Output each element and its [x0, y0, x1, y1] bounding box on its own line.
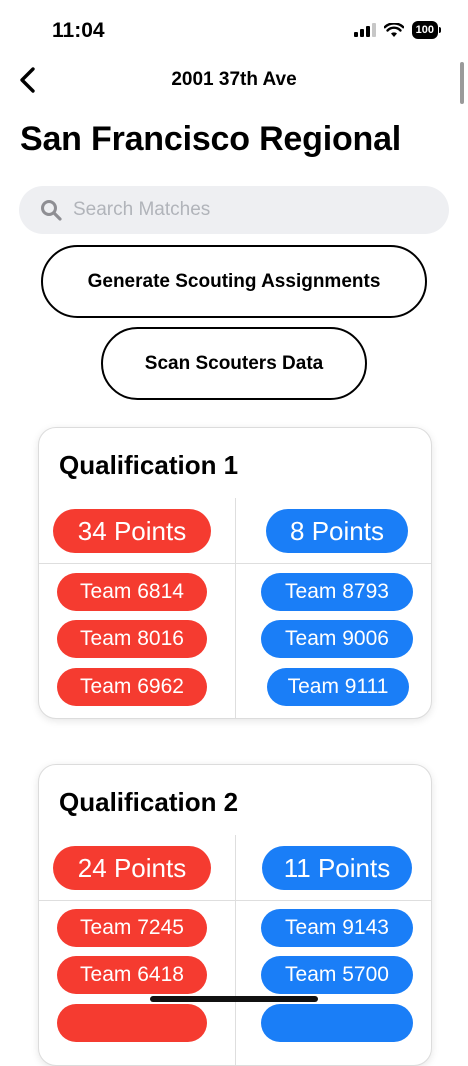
match-card[interactable]: Qualification 1 34 Points 8 Points Team …: [38, 427, 432, 719]
red-team-pill[interactable]: Team 6418: [57, 956, 207, 994]
cellular-signal-icon: [353, 23, 376, 37]
status-bar: 11:04 100: [0, 0, 468, 62]
column-divider: [235, 498, 236, 718]
red-alliance-points: 24 Points: [53, 846, 211, 890]
blue-team-pill[interactable]: Team 9006: [261, 620, 413, 658]
home-indicator[interactable]: [150, 996, 318, 1002]
blue-team-pill[interactable]: Team 8793: [261, 573, 413, 611]
battery-icon: 100: [411, 21, 442, 39]
nav-title: 2001 37th Ave: [171, 69, 297, 90]
blue-team-pill[interactable]: [261, 1004, 413, 1042]
row-divider: [39, 563, 431, 564]
scroll-indicator[interactable]: [460, 62, 464, 104]
search-bar[interactable]: [19, 186, 449, 234]
blue-team-pill[interactable]: Team 5700: [261, 956, 413, 994]
page-title: San Francisco Regional: [20, 120, 402, 158]
blue-alliance-points: 11 Points: [262, 846, 412, 890]
red-alliance-points: 34 Points: [53, 509, 211, 553]
match-card[interactable]: Qualification 2 24 Points 11 Points Team…: [38, 764, 432, 1066]
row-divider: [39, 900, 431, 901]
scan-scouters-data-button[interactable]: Scan Scouters Data: [101, 327, 367, 400]
red-team-pill[interactable]: Team 7245: [57, 909, 207, 947]
blue-alliance-points: 8 Points: [266, 509, 408, 553]
blue-team-pill[interactable]: Team 9143: [261, 909, 413, 947]
generate-scouting-assignments-button[interactable]: Generate Scouting Assignments: [41, 245, 427, 318]
search-icon: [41, 200, 62, 221]
match-title: Qualification 2: [59, 787, 239, 817]
column-divider: [235, 835, 236, 1065]
status-time: 11:04: [52, 19, 105, 42]
search-input[interactable]: [71, 198, 435, 222]
red-team-pill[interactable]: Team 6962: [57, 668, 207, 706]
blue-team-pill[interactable]: Team 9111: [267, 668, 409, 706]
match-title: Qualification 1: [59, 450, 239, 480]
red-team-pill[interactable]: Team 8016: [57, 620, 207, 658]
red-team-pill[interactable]: [57, 1004, 207, 1042]
nav-bar: 2001 37th Ave: [0, 62, 468, 98]
status-icons: 100: [353, 21, 442, 39]
red-team-pill[interactable]: Team 6814: [57, 573, 207, 611]
wifi-icon: [383, 22, 404, 37]
